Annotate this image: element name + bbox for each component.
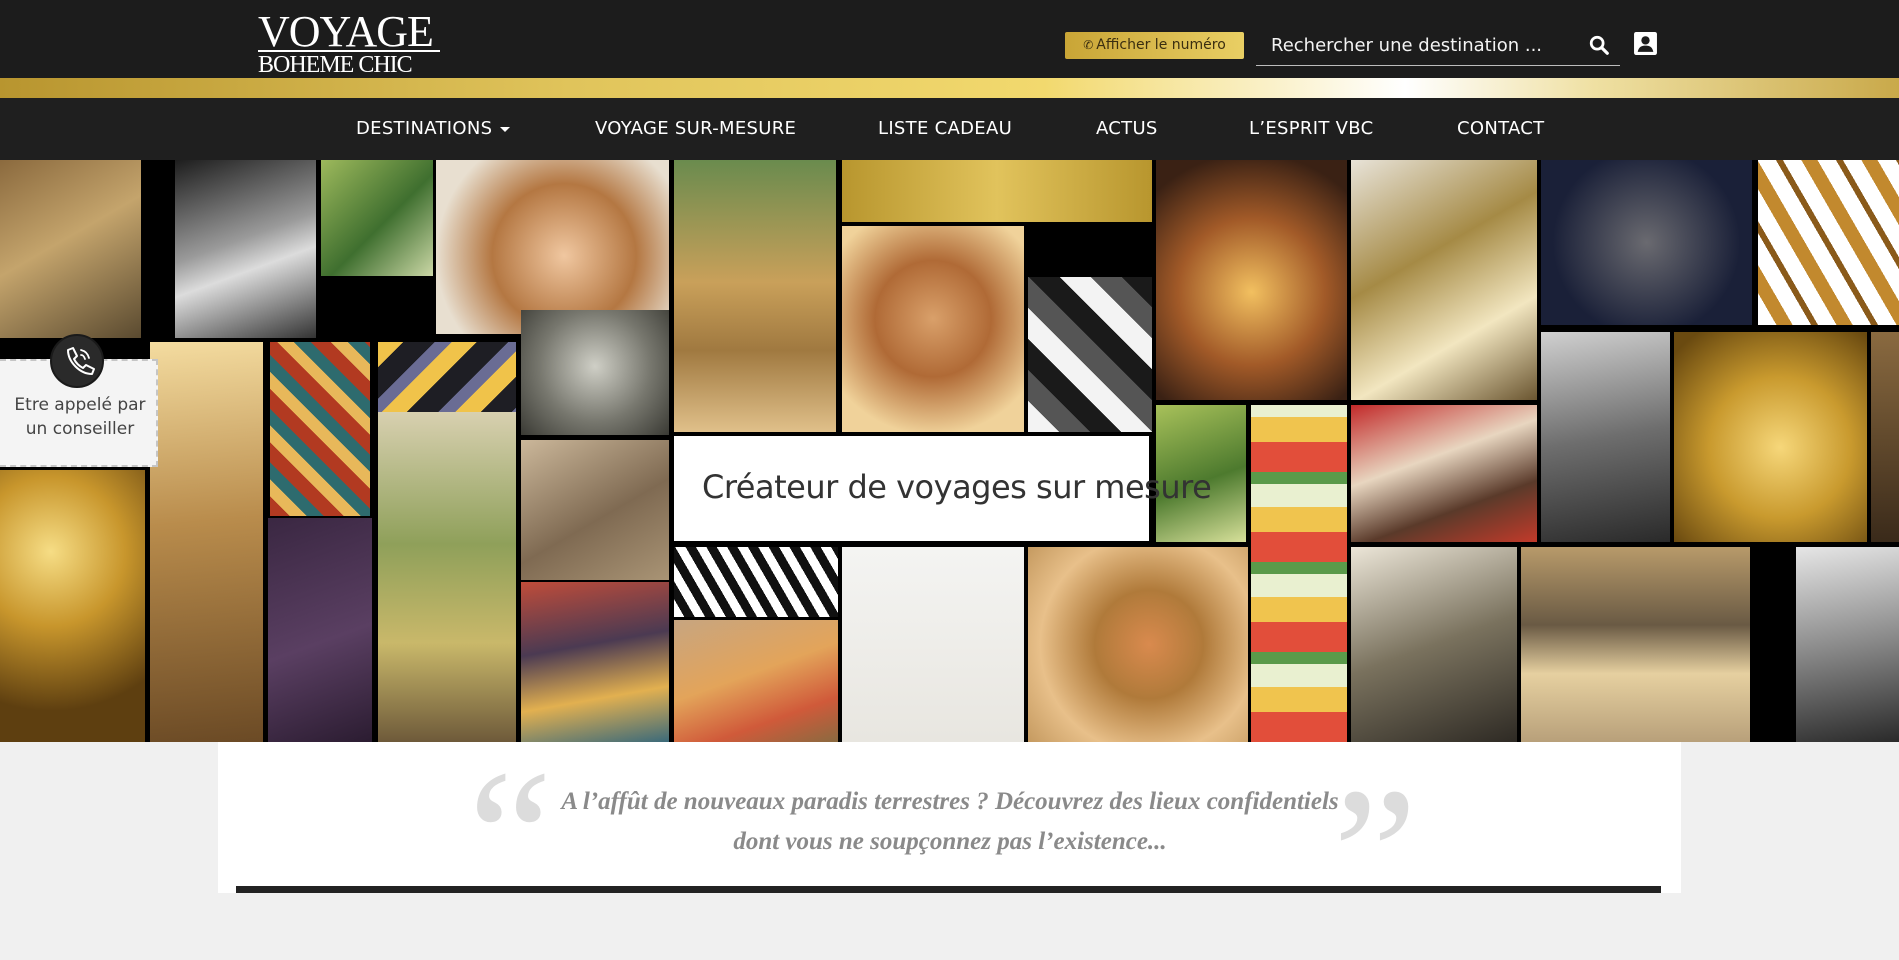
woman-red-car-photo: [1351, 405, 1537, 542]
intro-quote: A l’affût de nouveaux paradis terrestres…: [478, 782, 1422, 862]
phone-icon[interactable]: [50, 334, 104, 388]
vintage-car-photo: [1541, 332, 1670, 542]
nav-liste-cadeau[interactable]: LISTE CADEAU: [878, 98, 1012, 160]
black-white-stripes: [674, 547, 838, 617]
dried-flowers-photo: [842, 547, 1024, 742]
hammock-plants-photo: [321, 160, 433, 276]
intro-line-1: A l’affût de nouveaux paradis terrestres…: [561, 788, 1339, 815]
logo-line-1: VOYAGE: [258, 7, 434, 56]
tent-awning-photo: [378, 412, 516, 742]
geometric-gold-tiles: [378, 342, 516, 412]
intro-section: “ ” A l’affût de nouveaux paradis terres…: [218, 742, 1681, 950]
gold-gradient-band: [0, 78, 1899, 98]
edge-photo: [1871, 332, 1899, 542]
gold-hexagon-pattern: [1758, 160, 1899, 325]
video-preview-strip: [236, 886, 1661, 893]
sweater-camera-photo: [1351, 547, 1517, 742]
show-phone-button[interactable]: ✆ Afficher le numéro: [1065, 32, 1244, 59]
woman-sunglasses-photo: [175, 160, 316, 338]
woman-turban-photo: [436, 160, 669, 334]
logo-line-2: BOHEME CHIC: [258, 50, 440, 78]
search-icon[interactable]: [1588, 34, 1610, 56]
woman-trenchcoat-photo: [1796, 547, 1899, 742]
gold-crest-photo: [1541, 160, 1752, 325]
user-account-icon[interactable]: [1633, 31, 1658, 56]
woman-hat-photo: [842, 226, 1024, 432]
eiffel-tower-photo: [0, 160, 141, 338]
vintage-globe-photo: [521, 310, 669, 435]
woman-architecture-photo: [521, 440, 669, 580]
moroccan-lanterns-photo: [1156, 160, 1347, 400]
phone-icon-glyph: [67, 347, 95, 375]
signpost-photo: [674, 160, 836, 432]
woman-poncho-photo: [521, 582, 669, 742]
nav-destinations-label: DESTINATIONS: [356, 118, 493, 139]
search-box: [1256, 28, 1620, 66]
hero-headline-box: Créateur de voyages sur mesure: [674, 436, 1212, 541]
caret-down-icon: [500, 126, 511, 132]
nav-actus[interactable]: ACTUS: [1096, 98, 1158, 160]
phone-small-icon: ✆: [1083, 38, 1094, 52]
floral-fabrics-photo: [1251, 405, 1347, 742]
havana-street-photo: [150, 342, 263, 742]
nav-voyage-sur-mesure[interactable]: VOYAGE SUR-MESURE: [595, 98, 796, 160]
callback-text: Etre appelé par un conseiller: [10, 393, 150, 441]
glass-jars-photo: [674, 620, 838, 742]
nav-destinations[interactable]: DESTINATIONS: [356, 98, 511, 160]
callback-text-line-1: Etre appelé par: [14, 395, 146, 415]
hero-headline: Créateur de voyages sur mesure: [702, 468, 1212, 506]
woman-flowers-photo: [1028, 547, 1248, 742]
gold-clock-photo: [1674, 332, 1867, 542]
intro-line-2: dont vous ne soupçonnez pas l’existence.…: [733, 828, 1167, 855]
main-navigation: DESTINATIONS VOYAGE SUR-MESURE LISTE CAD…: [0, 98, 1899, 160]
callback-text-line-2: un conseiller: [25, 419, 135, 439]
beach-picnic-photo: [1521, 547, 1750, 742]
hero-collage: Créateur de voyages sur mesure: [0, 160, 1899, 742]
top-header: VOYAGE BOHEME CHIC ✆ Afficher le numéro: [0, 0, 1899, 78]
site-logo[interactable]: VOYAGE BOHEME CHIC: [258, 7, 444, 78]
show-phone-label: Afficher le numéro: [1096, 37, 1226, 53]
search-input[interactable]: [1256, 28, 1576, 62]
gold-damask-pattern: [842, 160, 1152, 222]
cube-pattern-tiles: [1028, 277, 1152, 432]
purple-pattern-photo: [268, 518, 372, 742]
gold-bicycle-photo: [1351, 160, 1537, 400]
kilim-textile-photo: [270, 342, 370, 516]
nav-contact[interactable]: CONTACT: [1457, 98, 1544, 160]
gold-pearls-photo: [0, 470, 145, 742]
nav-esprit-vbc[interactable]: L’ESPRIT VBC: [1249, 98, 1373, 160]
